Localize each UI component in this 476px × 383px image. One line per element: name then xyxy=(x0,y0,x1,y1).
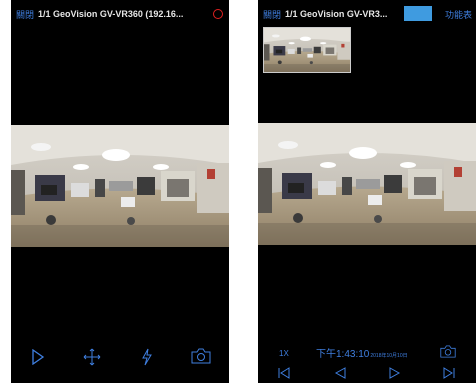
left-phone-screen: 關閉 1/1 GeoVision GV-VR360 (192.16... xyxy=(11,0,229,383)
playback-toolbar xyxy=(258,363,476,383)
play-icon[interactable] xyxy=(389,367,401,379)
playback-date: 2018年10月10日 xyxy=(370,353,408,359)
play-icon[interactable] xyxy=(31,349,45,365)
move-icon[interactable] xyxy=(83,348,101,366)
camera-title: 1/1 GeoVision GV-VR3... xyxy=(285,9,388,19)
record-icon[interactable] xyxy=(213,9,223,19)
playback-timestamp: 下午1:43:102018年10月10日 xyxy=(316,345,408,360)
panorama-view[interactable] xyxy=(258,123,476,245)
playback-speed[interactable]: 1X xyxy=(279,349,289,358)
bottom-toolbar xyxy=(11,343,229,383)
selection-highlight xyxy=(404,6,432,21)
camera-icon[interactable] xyxy=(191,348,211,364)
camera-title: 1/1 GeoVision GV-VR360 (192.16... xyxy=(38,9,184,19)
top-bar: 關閉 1/1 GeoVision GV-VR360 (192.16... xyxy=(11,0,229,28)
camera-icon[interactable] xyxy=(440,345,456,358)
close-button[interactable]: 關閉 xyxy=(16,8,34,21)
close-button[interactable]: 關閉 xyxy=(263,8,281,21)
panorama-view[interactable] xyxy=(11,125,229,247)
rewind-icon[interactable] xyxy=(334,367,346,379)
panorama-thumbnail[interactable] xyxy=(263,27,351,73)
playback-time: 下午1:43:10 xyxy=(316,349,370,360)
step-forward-icon[interactable] xyxy=(443,367,455,379)
top-bar: 關閉 1/1 GeoVision GV-VR3... 功能表 xyxy=(258,0,476,28)
step-back-icon[interactable] xyxy=(278,367,290,379)
function-menu-button[interactable]: 功能表 xyxy=(445,8,472,21)
flash-icon[interactable] xyxy=(141,348,153,366)
right-phone-screen: 關閉 1/1 GeoVision GV-VR3... 功能表 1X 下午1:43… xyxy=(258,0,476,383)
